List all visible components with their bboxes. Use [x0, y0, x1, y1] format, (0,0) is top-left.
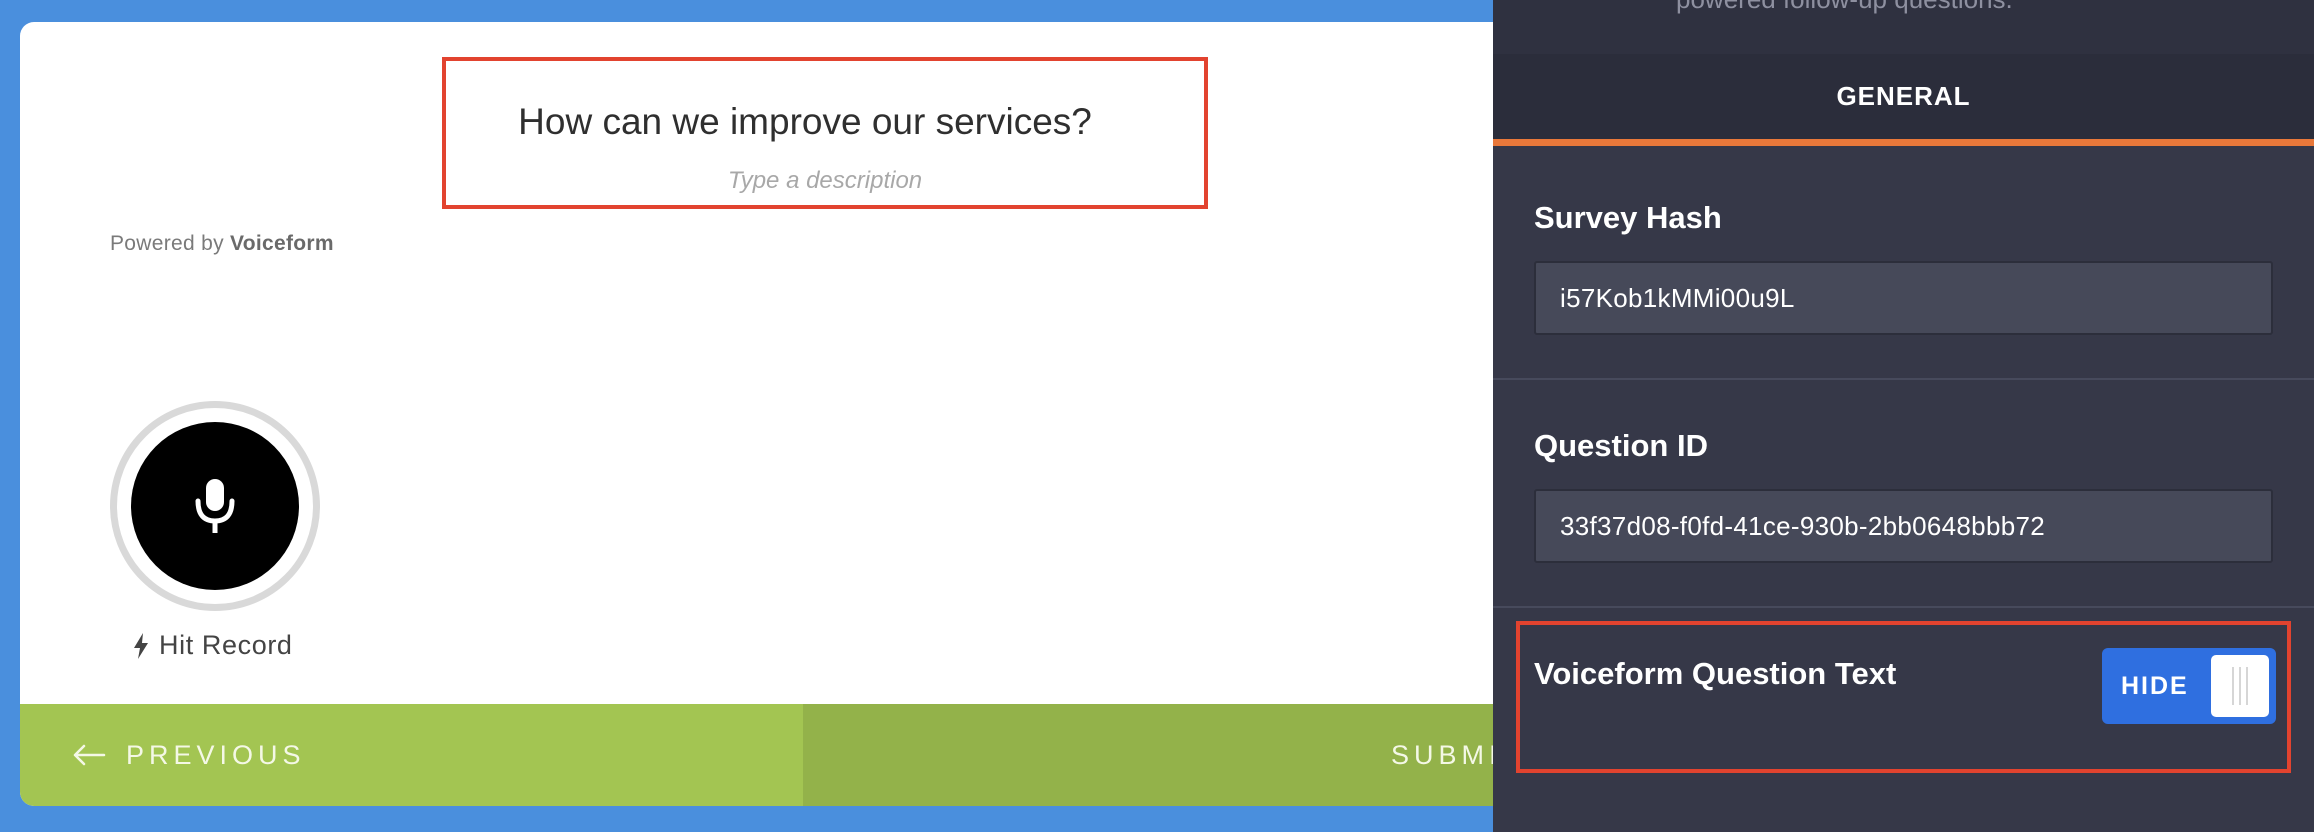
question-id-label: Question ID: [1534, 428, 1708, 463]
panel-top-strip: powered follow-up questions.: [1493, 0, 2314, 54]
powered-by-prefix: Powered by: [110, 232, 224, 255]
toggle-knob[interactable]: [2211, 655, 2269, 717]
microphone-icon: [195, 479, 235, 533]
submit-button[interactable]: SUBMIT: [803, 704, 1580, 806]
question-description-input[interactable]: Type a description: [446, 167, 1204, 195]
powered-by: Powered by Voiceform: [110, 232, 334, 256]
section-divider: [1493, 378, 2314, 380]
toggle-label: HIDE: [2121, 671, 2189, 700]
record-button[interactable]: [131, 422, 299, 590]
question-title[interactable]: How can we improve our services?: [446, 101, 1204, 143]
question-highlight-box: How can we improve our services? Type a …: [442, 57, 1208, 209]
survey-hash-label: Survey Hash: [1534, 200, 1722, 235]
question-text-label: Voiceform Question Text: [1534, 656, 1897, 691]
question-id-field[interactable]: 33f37d08-f0fd-41ce-930b-2bb0648bbb72: [1534, 489, 2273, 563]
tab-general[interactable]: GENERAL: [1836, 81, 1970, 112]
question-text-toggle[interactable]: HIDE: [2102, 648, 2276, 724]
navigation-footer: PREVIOUS SUBMIT: [20, 704, 1580, 806]
hit-record[interactable]: Hit Record: [133, 630, 293, 661]
powered-by-brand[interactable]: Voiceform: [230, 232, 334, 255]
tab-bar: GENERAL: [1493, 54, 2314, 146]
grip-icon: [2232, 667, 2248, 705]
survey-hash-field[interactable]: i57Kob1kMMi00u9L: [1534, 261, 2273, 335]
panel-top-text: powered follow-up questions.: [1676, 0, 2013, 15]
previous-label: PREVIOUS: [126, 739, 306, 770]
survey-card: How can we improve our services? Type a …: [20, 22, 1580, 806]
hit-record-label: Hit Record: [159, 630, 293, 660]
record-button-ring[interactable]: [110, 401, 320, 611]
arrow-left-icon: [73, 744, 106, 766]
previous-button[interactable]: PREVIOUS: [20, 704, 803, 806]
settings-panel: powered follow-up questions. GENERAL Sur…: [1493, 0, 2314, 832]
lightning-icon: [134, 632, 148, 659]
section-divider: [1493, 606, 2314, 608]
